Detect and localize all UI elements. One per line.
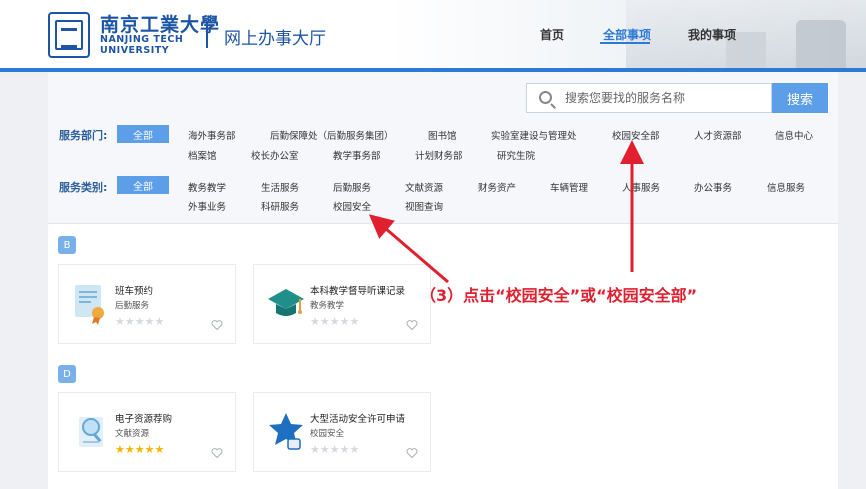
star-icon[interactable]: ★ bbox=[320, 443, 330, 456]
nav-all-items[interactable]: 全部事项 bbox=[603, 26, 651, 43]
section-letter-badge: D bbox=[58, 365, 76, 383]
search-box bbox=[526, 83, 772, 113]
star-icon[interactable]: ★ bbox=[340, 443, 350, 456]
department-option[interactable]: 人才资源部 bbox=[694, 128, 742, 142]
star-icon[interactable]: ★ bbox=[135, 443, 145, 456]
section-letter-badge: B bbox=[58, 236, 76, 254]
nav-active-underline bbox=[600, 42, 650, 44]
category-filter-label: 服务类别: bbox=[59, 181, 108, 194]
rating-stars[interactable]: ★★★★★ bbox=[115, 443, 164, 456]
certificate-icon bbox=[75, 285, 104, 325]
department-option[interactable]: 后勤保障处（后勤服务集团） bbox=[270, 128, 394, 142]
category-option[interactable]: 车辆管理 bbox=[550, 180, 588, 194]
school-name-en: NANJING TECH UNIVERSITY bbox=[100, 34, 184, 56]
category-option-campus-security[interactable]: 校园安全 bbox=[333, 199, 371, 213]
department-option[interactable]: 图书馆 bbox=[428, 128, 457, 142]
nav-my-items[interactable]: 我的事项 bbox=[688, 26, 736, 43]
header-divider bbox=[206, 22, 208, 48]
rating-stars[interactable]: ★★★★★ bbox=[310, 315, 359, 328]
department-option-campus-security[interactable]: 校园安全部 bbox=[612, 128, 660, 142]
service-card-category: 后勤服务 bbox=[115, 301, 150, 311]
department-option[interactable]: 计划财务部 bbox=[415, 148, 463, 162]
department-all-button[interactable]: 全部 bbox=[117, 125, 169, 143]
star-icon[interactable]: ★ bbox=[155, 443, 165, 456]
star-icon[interactable]: ★ bbox=[330, 443, 340, 456]
category-option[interactable]: 视图查询 bbox=[405, 199, 443, 213]
magnifier-document-icon bbox=[79, 417, 103, 447]
star-icon[interactable]: ★ bbox=[340, 315, 350, 328]
star-icon[interactable]: ★ bbox=[135, 315, 145, 328]
department-option[interactable]: 实验室建设与管理处 bbox=[491, 128, 577, 142]
header-background-image bbox=[626, 0, 866, 70]
category-all-button[interactable]: 全部 bbox=[117, 176, 169, 194]
content-panel: 搜索 服务部门: 全部 海外事务部 后勤保障处（后勤服务集团） 图书馆 实验室建… bbox=[48, 72, 838, 489]
portal-title: 网上办事大厅 bbox=[224, 29, 326, 49]
department-option[interactable]: 档案馆 bbox=[188, 148, 217, 162]
star-icon[interactable]: ★ bbox=[125, 315, 135, 328]
category-option[interactable]: 教务教学 bbox=[188, 180, 226, 194]
service-card[interactable]: 班车预约 后勤服务 ★★★★★ bbox=[58, 264, 236, 344]
service-card-title: 本科教学督导听课记录 bbox=[310, 286, 406, 297]
department-filter-label: 服务部门: bbox=[59, 129, 108, 142]
favorite-heart-icon[interactable] bbox=[211, 447, 223, 459]
star-icon[interactable]: ★ bbox=[350, 443, 360, 456]
favorite-heart-icon[interactable] bbox=[211, 319, 223, 331]
star-icon[interactable]: ★ bbox=[145, 443, 155, 456]
category-option[interactable]: 科研服务 bbox=[261, 199, 299, 213]
star-icon[interactable]: ★ bbox=[145, 315, 155, 328]
star-icon[interactable]: ★ bbox=[155, 315, 165, 328]
service-card[interactable]: 大型活动安全许可申请 校园安全 ★★★★★ bbox=[253, 392, 431, 472]
service-card-category: 文献资源 bbox=[115, 429, 150, 439]
category-option[interactable]: 信息服务 bbox=[767, 180, 805, 194]
filter-area: 搜索 服务部门: 全部 海外事务部 后勤保障处（后勤服务集团） 图书馆 实验室建… bbox=[48, 72, 838, 224]
graduation-cap-icon bbox=[268, 289, 304, 316]
star-icon[interactable]: ★ bbox=[310, 315, 320, 328]
category-option[interactable]: 财务资产 bbox=[478, 180, 516, 194]
service-card-category: 教务教学 bbox=[310, 301, 345, 311]
search-button[interactable]: 搜索 bbox=[772, 83, 828, 113]
star-icon[interactable]: ★ bbox=[125, 443, 135, 456]
search-input[interactable] bbox=[565, 88, 765, 108]
star-badge-icon bbox=[269, 413, 303, 450]
department-option[interactable]: 教学事务部 bbox=[333, 148, 381, 162]
rating-stars[interactable]: ★★★★★ bbox=[115, 315, 164, 328]
category-option[interactable]: 人事服务 bbox=[622, 180, 660, 194]
service-card[interactable]: 电子资源荐购 文献资源 ★★★★★ bbox=[58, 392, 236, 472]
category-option[interactable]: 生活服务 bbox=[261, 180, 299, 194]
service-card-title: 电子资源荐购 bbox=[115, 414, 173, 425]
category-option[interactable]: 外事业务 bbox=[188, 199, 226, 213]
star-icon[interactable]: ★ bbox=[115, 315, 125, 328]
star-icon[interactable]: ★ bbox=[310, 443, 320, 456]
star-icon[interactable]: ★ bbox=[330, 315, 340, 328]
service-card-title: 班车预约 bbox=[115, 286, 154, 297]
school-name-cn: 南京工業大學 bbox=[100, 14, 221, 36]
nav-home[interactable]: 首页 bbox=[540, 26, 564, 43]
annotation-instruction: （3）点击“校园安全”或“校园安全部” bbox=[420, 286, 698, 305]
star-icon[interactable]: ★ bbox=[115, 443, 125, 456]
university-logo-icon[interactable] bbox=[48, 12, 90, 58]
rating-stars[interactable]: ★★★★★ bbox=[310, 443, 359, 456]
star-icon[interactable]: ★ bbox=[350, 315, 360, 328]
department-option[interactable]: 研究生院 bbox=[497, 148, 535, 162]
department-option[interactable]: 海外事务部 bbox=[188, 128, 236, 142]
category-option[interactable]: 文献资源 bbox=[405, 180, 443, 194]
service-card-category: 校园安全 bbox=[310, 429, 345, 439]
department-option[interactable]: 信息中心 bbox=[775, 128, 813, 142]
category-option[interactable]: 后勤服务 bbox=[333, 180, 371, 194]
department-option[interactable]: 校长办公室 bbox=[251, 148, 299, 162]
service-card-title: 大型活动安全许可申请 bbox=[310, 414, 406, 425]
service-card[interactable]: 本科教学督导听课记录 教务教学 ★★★★★ bbox=[253, 264, 431, 344]
favorite-heart-icon[interactable] bbox=[406, 447, 418, 459]
category-option[interactable]: 办公事务 bbox=[694, 180, 732, 194]
search-icon bbox=[539, 91, 552, 104]
star-icon[interactable]: ★ bbox=[320, 315, 330, 328]
favorite-heart-icon[interactable] bbox=[406, 319, 418, 331]
